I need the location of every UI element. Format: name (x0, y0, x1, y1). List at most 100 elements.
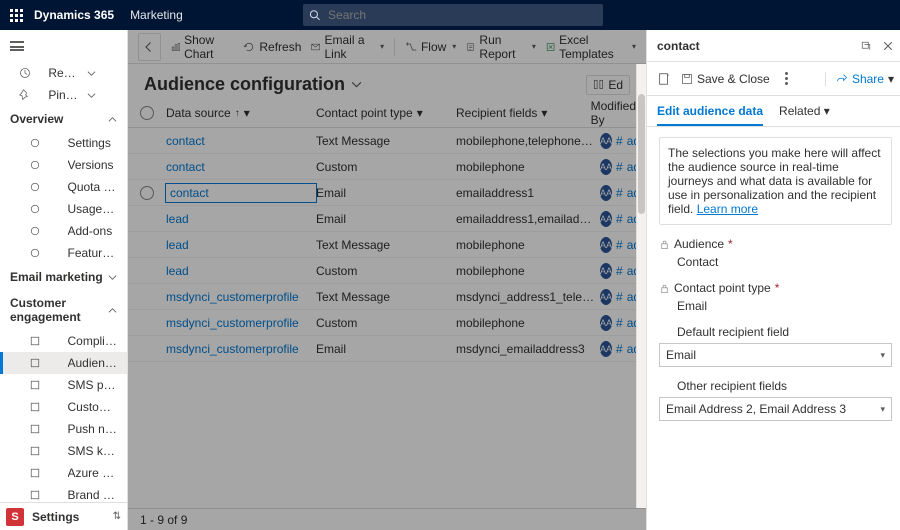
tab-related[interactable]: Related ▾ (779, 104, 830, 126)
table-row[interactable]: lead Text Message mobilephone AA#admi (128, 232, 646, 258)
back-button[interactable] (138, 33, 161, 61)
app-header: Dynamics 365 Marketing (0, 0, 900, 30)
sidebar-item-audience-configu-[interactable]: Audience configu… (0, 352, 127, 374)
vertical-scrollbar[interactable] (636, 64, 646, 508)
data-source-link[interactable]: msdynci_customerprofile (166, 290, 299, 304)
sidebar-area-switcher[interactable]: S Settings ⇅ (0, 502, 127, 530)
modified-by-cell: AA#admi (596, 237, 640, 253)
chart-icon (171, 41, 180, 53)
hash-link[interactable]: # (616, 134, 623, 148)
table-row[interactable]: msdynci_customerprofile Email msdynci_em… (128, 336, 646, 362)
sidebar-section-customer-engagement[interactable]: Customer engagement (0, 290, 127, 330)
data-source-link[interactable]: msdynci_customerprofile (166, 342, 299, 356)
refresh-button[interactable]: Refresh (243, 40, 301, 54)
sidebar-item-custom-channels[interactable]: Custom channels (0, 396, 127, 418)
sidebar-item-sms-providers[interactable]: SMS providers (0, 374, 127, 396)
sidebar-item-label: Brand profiles (68, 488, 118, 502)
run-report-button[interactable]: Run Report▾ (466, 33, 536, 61)
sidebar-section-overview[interactable]: Overview (0, 106, 127, 132)
data-source-link[interactable]: lead (166, 238, 189, 252)
col-data-source[interactable]: Data source↑▾ (166, 106, 316, 120)
hamburger-button[interactable] (0, 30, 127, 62)
waffle-icon[interactable] (8, 7, 24, 23)
hash-link[interactable]: # (616, 290, 623, 304)
cpt-cell: Custom (316, 160, 456, 174)
pin-icon (10, 89, 40, 101)
hash-link[interactable]: # (616, 212, 623, 226)
sidebar-item-add-ons[interactable]: Add-ons (0, 220, 127, 242)
tab-edit-audience[interactable]: Edit audience data (657, 104, 763, 126)
sidebar-item-usage limits[interactable]: Usage limits (0, 198, 127, 220)
sidebar-item-settings[interactable]: Settings (0, 132, 127, 154)
sidebar-pinned[interactable]: Pinned (0, 84, 127, 106)
edit-columns-button[interactable]: Ed (586, 75, 630, 95)
data-source-link[interactable]: contact (166, 160, 205, 174)
area-name[interactable]: Marketing (130, 8, 183, 22)
table-row[interactable]: msdynci_customerprofile Custom mobilepho… (128, 310, 646, 336)
sidebar-recent[interactable]: Recent (0, 62, 127, 84)
lock-icon (659, 239, 670, 250)
sidebar-item-azure-sms-preview[interactable]: Azure SMS preview (0, 462, 127, 484)
gauge-icon (10, 203, 60, 215)
new-record-button[interactable] (657, 72, 671, 86)
data-source-link[interactable]: lead (166, 264, 189, 278)
sidebar-item-sms-keywords[interactable]: SMS keywords (0, 440, 127, 462)
table-row[interactable]: contact Text Message mobilephone,telepho… (128, 128, 646, 154)
scrollbar-thumb[interactable] (638, 94, 645, 214)
area-switcher-label: Settings (32, 510, 79, 524)
hash-link[interactable]: # (616, 316, 623, 330)
chevron-up-icon (108, 115, 117, 124)
select-all[interactable] (128, 106, 166, 120)
avatar: AA (600, 315, 612, 331)
cpt-cell: Email (316, 186, 456, 200)
item-icon (10, 489, 60, 501)
sidebar-section-email-marketing[interactable]: Email marketing (0, 264, 127, 290)
table-row[interactable]: contact Email emailaddress1 AA#admi (128, 180, 646, 206)
product-name[interactable]: Dynamics 365 (34, 8, 114, 22)
hamburger-icon (10, 41, 24, 51)
data-source-link[interactable]: contact (166, 184, 316, 202)
col-modified-by[interactable]: Modified By (596, 99, 640, 127)
hash-link[interactable]: # (616, 264, 623, 278)
sidebar-item-quota limits[interactable]: Quota limits (0, 176, 127, 198)
sidebar-recent-label: Recent (48, 66, 78, 80)
hash-link[interactable]: # (616, 160, 623, 174)
table-row[interactable]: msdynci_customerprofile Text Message msd… (128, 284, 646, 310)
data-source-link[interactable]: lead (166, 212, 189, 226)
share-button[interactable]: Share▾ (825, 72, 894, 86)
global-search[interactable] (303, 4, 603, 26)
save-close-button[interactable]: Save & Close (681, 72, 770, 86)
hash-link[interactable]: # (616, 238, 623, 252)
popout-icon[interactable] (860, 40, 872, 52)
table-row[interactable]: contact Custom mobilephone AA#admi (128, 154, 646, 180)
table-row[interactable]: lead Email emailaddress1,emailaddress2,e… (128, 206, 646, 232)
row-selector[interactable] (140, 186, 154, 200)
arrow-left-icon (143, 41, 155, 53)
show-chart-button[interactable]: Show Chart (171, 33, 234, 61)
other-recipients-select[interactable]: Email Address 2, Email Address 3▾ (659, 397, 892, 421)
more-commands-button[interactable] (780, 72, 794, 85)
chevron-down-icon: ▾ (532, 42, 536, 51)
hash-link[interactable]: # (616, 342, 623, 356)
default-recipient-select[interactable]: Email▾ (659, 343, 892, 367)
search-input[interactable] (326, 7, 597, 23)
data-source-link[interactable]: msdynci_customerprofile (166, 316, 299, 330)
sidebar-item-compliance[interactable]: Compliance (0, 330, 127, 352)
sidebar-item-label: SMS providers (68, 378, 118, 392)
field-default-recipient: Default recipient field Email▾ (659, 325, 892, 367)
col-contact-point-type[interactable]: Contact point type▾ (316, 106, 456, 120)
sidebar-item-feature switches[interactable]: Feature switches (0, 242, 127, 264)
sidebar-item-versions[interactable]: Versions (0, 154, 127, 176)
col-recipient-fields[interactable]: Recipient fields▾ (456, 106, 596, 120)
data-source-link[interactable]: contact (166, 134, 205, 148)
email-link-button[interactable]: Email a Link▾ (311, 33, 384, 61)
sidebar-item-push-notifications[interactable]: Push notifications (0, 418, 127, 440)
close-icon[interactable] (882, 40, 894, 52)
sidebar-item-label: Add-ons (68, 224, 118, 238)
flow-button[interactable]: Flow▾ (405, 40, 456, 54)
learn-more-link[interactable]: Learn more (697, 202, 758, 216)
excel-templates-button[interactable]: Excel Templates▾ (546, 33, 636, 61)
hash-link[interactable]: # (616, 186, 623, 200)
table-row[interactable]: lead Custom mobilephone AA#admi (128, 258, 646, 284)
chevron-down-icon[interactable] (351, 79, 362, 90)
